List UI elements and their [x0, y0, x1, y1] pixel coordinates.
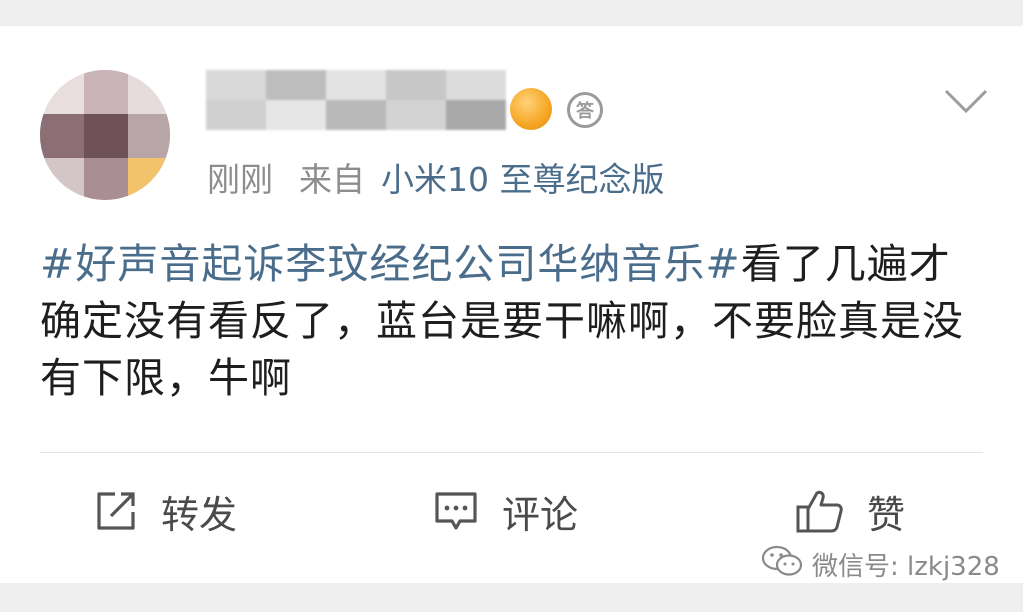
like-button[interactable]: 赞 — [795, 484, 905, 538]
post-content: #好声音起诉李玟经纪公司华纳音乐#看了几遍才确定没有看反了，蓝台是要干嘛啊，不要… — [40, 236, 990, 407]
like-label: 赞 — [867, 492, 906, 537]
answer-badge-label: 答 — [576, 101, 594, 122]
post-source-prefix: 来自 — [299, 160, 365, 199]
post-time: 刚刚 — [207, 160, 273, 199]
chevron-down-icon[interactable] — [943, 86, 989, 116]
thumbs-up-icon — [795, 487, 845, 535]
topic-hashtag-link[interactable]: #好声音起诉李玟经纪公司华纳音乐# — [40, 240, 741, 288]
answer-badge-icon: 答 — [567, 92, 603, 128]
wechat-watermark: 微信号: lzkj328 — [760, 542, 1000, 586]
repost-icon — [93, 488, 139, 534]
comment-button[interactable]: 评论 — [432, 484, 578, 538]
post-meta: 刚刚 来自 小米10 至尊纪念版 — [207, 158, 664, 202]
top-background-strip — [0, 0, 1023, 26]
repost-label: 转发 — [161, 492, 238, 537]
comment-icon — [432, 488, 480, 534]
member-badge-icon — [510, 88, 552, 130]
post-device-link[interactable]: 小米10 至尊纪念版 — [381, 160, 664, 199]
username-blurred[interactable] — [206, 70, 506, 130]
repost-button[interactable]: 转发 — [93, 484, 237, 538]
wechat-icon — [760, 543, 804, 586]
divider — [40, 452, 983, 453]
watermark-text: 微信号: lzkj328 — [812, 551, 1000, 582]
comment-label: 评论 — [502, 492, 579, 537]
avatar[interactable] — [40, 70, 170, 200]
bottom-background-strip — [0, 583, 1023, 612]
